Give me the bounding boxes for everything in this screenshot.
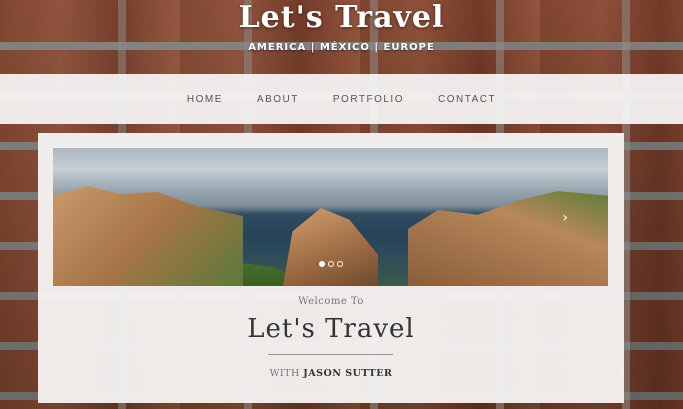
chevron-right-icon[interactable]: ›	[562, 210, 568, 226]
site-subtitle: AMERICA | MÉXICO | EUROPE	[248, 42, 435, 53]
author-name: JASON SUTTER	[303, 368, 393, 379]
welcome-text: Welcome To	[298, 296, 364, 307]
title-divider	[268, 354, 393, 355]
slider-dot-1[interactable]	[319, 261, 325, 267]
site-title: Let's Travel	[238, 0, 445, 35]
slider-dot-3[interactable]	[337, 261, 343, 267]
nav-home[interactable]: HOME	[170, 94, 240, 105]
author-line: WITH JASON SUTTER	[38, 368, 624, 379]
content-panel: › Welcome To Let's Travel WITH JASON SUT…	[38, 133, 624, 403]
nav-portfolio[interactable]: PORTFOLIO	[316, 94, 421, 105]
cliff-shape-left	[53, 186, 243, 286]
rock-shape-mid	[283, 208, 378, 286]
nav-about[interactable]: ABOUT	[240, 94, 316, 105]
nav-contact[interactable]: CONTACT	[421, 94, 513, 105]
cliff-shape-right	[408, 191, 608, 286]
page-title: Let's Travel	[247, 314, 415, 344]
slider-dots	[319, 261, 343, 267]
site-header: Let's Travel AMERICA | MÉXICO | EUROPE	[0, 0, 683, 74]
image-slider[interactable]: ›	[53, 148, 608, 286]
slider-dot-2[interactable]	[328, 261, 334, 267]
main-nav: HOME ABOUT PORTFOLIO CONTACT	[0, 74, 683, 124]
author-prefix: WITH	[269, 368, 300, 379]
